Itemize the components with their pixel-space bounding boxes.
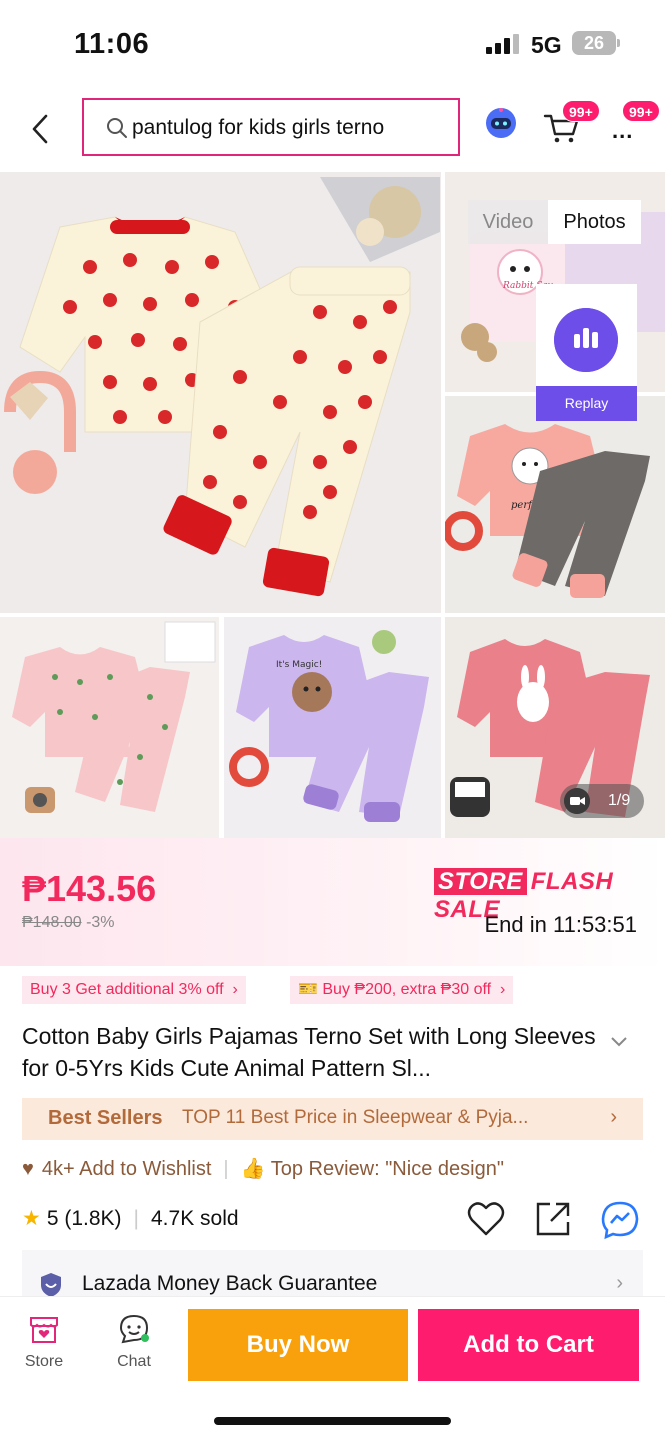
divider: |: [223, 1158, 229, 1180]
messenger-icon[interactable]: [600, 1200, 640, 1240]
back-arrow-icon[interactable]: [28, 112, 54, 146]
image-counter-text: 1/9: [608, 792, 631, 809]
voucher-icon: 🎫: [298, 981, 318, 998]
discount-percent: -3%: [86, 914, 115, 931]
product-title: Cotton Baby Girls Pajamas Terno Set with…: [22, 1023, 596, 1081]
best-sellers-rank: TOP 11 Best Price in Sleepwear & Pyja...: [182, 1107, 529, 1128]
store-label: Store: [24, 1353, 64, 1370]
media-type-toggle[interactable]: Video Photos: [468, 200, 641, 244]
shield-icon: [41, 1273, 61, 1296]
product-image-kitty[interactable]: perfect day!: [445, 396, 665, 613]
social-proof-row: ♥ 4k+ Add to Wishlist | 👍 Top Review: "Nice…: [22, 1156, 504, 1181]
signal-icon: [486, 34, 519, 54]
flash-store-tag: STORE: [434, 868, 527, 895]
product-main-image[interactable]: [0, 172, 441, 613]
share-icon[interactable]: [534, 1200, 572, 1238]
buy-now-button[interactable]: Buy Now: [188, 1309, 408, 1381]
promo-chip-label: Buy 3 Get additional 3% off: [30, 981, 224, 998]
audio-bars-icon: [554, 308, 618, 372]
wishlist-count: 4k+ Add to Wishlist: [41, 1158, 212, 1180]
more-options-icon[interactable]: ...: [612, 118, 633, 144]
chevron-right-icon: ›: [610, 1106, 617, 1128]
lazzie-bot-icon[interactable]: [484, 106, 518, 140]
promo-chip-voucher[interactable]: 🎫 Buy ₱200, extra ₱30 off ›: [290, 976, 514, 1004]
replay-card[interactable]: Replay: [536, 284, 637, 421]
network-type: 5G: [531, 32, 562, 58]
rating-score: 5 (1.8K): [46, 1207, 122, 1230]
chevron-right-icon: ›: [228, 981, 238, 998]
home-indicator[interactable]: [214, 1417, 451, 1425]
guarantee-label: Lazada Money Back Guarantee: [82, 1272, 378, 1295]
expand-title-icon[interactable]: [610, 1036, 628, 1048]
flash-sale-countdown: End in 11:53:51: [484, 912, 638, 937]
chat-label: Chat: [117, 1353, 151, 1370]
chevron-right-icon: ›: [495, 981, 506, 998]
search-query: pantulog for kids girls terno: [132, 116, 385, 139]
heart-icon: ♥: [22, 1158, 34, 1180]
add-to-cart-button[interactable]: Add to Cart: [418, 1309, 639, 1381]
product-gallery[interactable]: Rabbit Sav perfect day!: [0, 172, 665, 838]
best-sellers-banner[interactable]: Best Sellers TOP 11 Best Price in Sleepw…: [22, 1098, 643, 1140]
wishlist-heart-icon[interactable]: [466, 1200, 506, 1238]
promo-chip-bundle[interactable]: Buy 3 Get additional 3% off ›: [22, 976, 246, 1004]
image-counter[interactable]: 1/9: [560, 784, 644, 818]
thumbs-up-icon: 👍: [240, 1158, 271, 1180]
chevron-right-icon: ›: [616, 1272, 623, 1294]
cart-count-badge: 99+: [562, 100, 600, 122]
tab-video[interactable]: Video: [468, 200, 548, 244]
store-icon: [30, 1317, 58, 1343]
sold-count: 4.7K sold: [151, 1207, 239, 1230]
search-icon: [107, 118, 127, 138]
chat-button[interactable]: Chat: [106, 1311, 162, 1373]
replay-button[interactable]: Replay: [536, 386, 637, 421]
status-bar: 11:06 5G 26: [0, 0, 665, 90]
status-time: 11:06: [74, 28, 150, 60]
original-price: ₱148.00: [22, 914, 82, 931]
promo-chip-label: Buy ₱200, extra ₱30 off: [322, 981, 492, 998]
divider: |: [133, 1207, 139, 1230]
store-button[interactable]: Store: [18, 1311, 70, 1373]
magic-print-text: It's Magic!: [276, 660, 322, 670]
search-input[interactable]: pantulog for kids girls terno: [82, 98, 460, 156]
top-review: Top Review: "Nice design": [270, 1158, 504, 1180]
price-banner: ₱143.56 ₱148.00 -3% STORE FLASH SALE End …: [0, 838, 665, 966]
video-camera-icon: [564, 788, 590, 814]
money-back-guarantee[interactable]: Lazada Money Back Guarantee ›: [22, 1250, 643, 1296]
bottom-action-bar: Store Chat Buy Now Add to Cart: [0, 1296, 665, 1440]
battery-icon: 26: [572, 31, 616, 55]
product-image-purple[interactable]: It's Magic!: [224, 617, 441, 838]
top-nav: pantulog for kids girls terno 99+ ... 99…: [0, 90, 665, 172]
rating-row[interactable]: ★ 5 (1.8K) | 4.7K sold: [22, 1206, 239, 1231]
product-image-pink[interactable]: [0, 617, 219, 838]
current-price: ₱143.56: [22, 868, 157, 909]
battery-tip: [617, 39, 620, 47]
star-icon: ★: [22, 1207, 41, 1230]
best-sellers-label: Best Sellers: [48, 1107, 163, 1129]
chat-icon: [119, 1314, 149, 1344]
tab-photos[interactable]: Photos: [548, 200, 641, 244]
original-price-row: ₱148.00 -3%: [22, 914, 115, 932]
messages-count-badge: 99+: [622, 100, 660, 122]
